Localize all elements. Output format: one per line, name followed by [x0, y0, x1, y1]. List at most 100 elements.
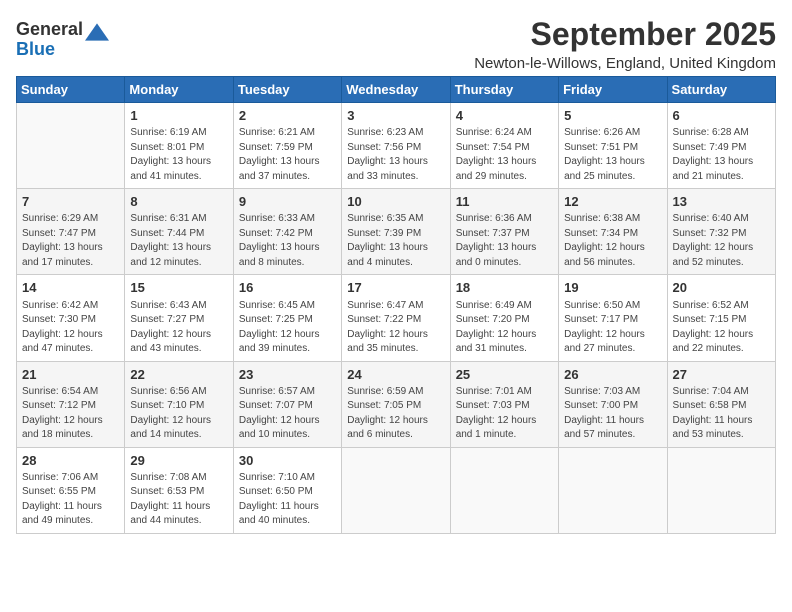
day-info: Sunrise: 6:56 AM Sunset: 7:10 PM Dayligh…	[130, 385, 227, 443]
week-row-5: 28Sunrise: 7:06 AM Sunset: 6:55 PM Dayli…	[17, 447, 776, 533]
calendar-cell: 24Sunrise: 6:59 AM Sunset: 7:05 PM Dayli…	[342, 361, 450, 447]
day-info: Sunrise: 7:01 AM Sunset: 7:03 PM Dayligh…	[456, 385, 553, 443]
calendar-cell: 13Sunrise: 6:40 AM Sunset: 7:32 PM Dayli…	[667, 189, 775, 275]
day-number: 24	[347, 366, 444, 384]
day-number: 20	[673, 279, 770, 297]
day-info: Sunrise: 6:33 AM Sunset: 7:42 PM Dayligh…	[239, 212, 336, 270]
calendar-cell: 4Sunrise: 6:24 AM Sunset: 7:54 PM Daylig…	[450, 103, 558, 189]
day-number: 19	[564, 279, 661, 297]
week-row-2: 7Sunrise: 6:29 AM Sunset: 7:47 PM Daylig…	[17, 189, 776, 275]
day-info: Sunrise: 6:57 AM Sunset: 7:07 PM Dayligh…	[239, 385, 336, 443]
week-row-1: 1Sunrise: 6:19 AM Sunset: 8:01 PM Daylig…	[17, 103, 776, 189]
header-sunday: Sunday	[17, 77, 125, 103]
day-number: 1	[130, 107, 227, 125]
title-block: September 2025 Newton-le-Willows, Englan…	[474, 16, 776, 72]
day-info: Sunrise: 6:49 AM Sunset: 7:20 PM Dayligh…	[456, 299, 553, 357]
calendar-cell	[667, 447, 775, 533]
calendar-cell: 11Sunrise: 6:36 AM Sunset: 7:37 PM Dayli…	[450, 189, 558, 275]
day-info: Sunrise: 6:40 AM Sunset: 7:32 PM Dayligh…	[673, 212, 770, 270]
day-number: 17	[347, 279, 444, 297]
day-info: Sunrise: 6:26 AM Sunset: 7:51 PM Dayligh…	[564, 126, 661, 184]
day-info: Sunrise: 6:31 AM Sunset: 7:44 PM Dayligh…	[130, 212, 227, 270]
day-number: 13	[673, 193, 770, 211]
day-number: 30	[239, 452, 336, 470]
day-number: 11	[456, 193, 553, 211]
header-tuesday: Tuesday	[233, 77, 341, 103]
header-thursday: Thursday	[450, 77, 558, 103]
day-number: 6	[673, 107, 770, 125]
calendar-cell: 9Sunrise: 6:33 AM Sunset: 7:42 PM Daylig…	[233, 189, 341, 275]
day-info: Sunrise: 6:29 AM Sunset: 7:47 PM Dayligh…	[22, 212, 119, 270]
calendar-cell: 20 Sunrise: 6:52 AM Sunset: 7:15 PM Dayli…	[667, 275, 775, 361]
day-info: Sunrise: 6:24 AM Sunset: 7:54 PM Dayligh…	[456, 126, 553, 184]
day-info: Sunrise: 6:23 AM Sunset: 7:56 PM Dayligh…	[347, 126, 444, 184]
day-number: 9	[239, 193, 336, 211]
day-number: 18	[456, 279, 553, 297]
day-number: 10	[347, 193, 444, 211]
day-number: 7	[22, 193, 119, 211]
calendar-cell: 19 Sunrise: 6:50 AM Sunset: 7:17 PM Dayli…	[559, 275, 667, 361]
week-row-3: 14 Sunrise: 6:42 AM Sunset: 7:30 PM Dayli…	[17, 275, 776, 361]
day-info: Sunrise: 6:28 AM Sunset: 7:49 PM Dayligh…	[673, 126, 770, 184]
calendar-cell	[559, 447, 667, 533]
day-number: 12	[564, 193, 661, 211]
day-info: Sunrise: 6:36 AM Sunset: 7:37 PM Dayligh…	[456, 212, 553, 270]
day-number: 26	[564, 366, 661, 384]
header-saturday: Saturday	[667, 77, 775, 103]
day-info: Sunrise: 6:43 AM Sunset: 7:27 PM Dayligh…	[130, 299, 227, 357]
day-info: Sunrise: 6:19 AM Sunset: 8:01 PM Dayligh…	[130, 126, 227, 184]
calendar-cell: 30Sunrise: 7:10 AM Sunset: 6:50 PM Dayli…	[233, 447, 341, 533]
calendar-cell: 1Sunrise: 6:19 AM Sunset: 8:01 PM Daylig…	[125, 103, 233, 189]
calendar-cell: 10Sunrise: 6:35 AM Sunset: 7:39 PM Dayli…	[342, 189, 450, 275]
day-number: 3	[347, 107, 444, 125]
day-info: Sunrise: 7:10 AM Sunset: 6:50 PM Dayligh…	[239, 471, 336, 529]
day-number: 27	[673, 366, 770, 384]
day-info: Sunrise: 7:08 AM Sunset: 6:53 PM Dayligh…	[130, 471, 227, 529]
calendar: SundayMondayTuesdayWednesdayThursdayFrid…	[16, 76, 776, 534]
day-info: Sunrise: 6:52 AM Sunset: 7:15 PM Dayligh…	[673, 299, 770, 357]
logo: General Blue	[16, 20, 109, 60]
day-info: Sunrise: 7:04 AM Sunset: 6:58 PM Dayligh…	[673, 385, 770, 443]
day-info: Sunrise: 6:38 AM Sunset: 7:34 PM Dayligh…	[564, 212, 661, 270]
calendar-cell: 7Sunrise: 6:29 AM Sunset: 7:47 PM Daylig…	[17, 189, 125, 275]
header-friday: Friday	[559, 77, 667, 103]
calendar-cell: 8Sunrise: 6:31 AM Sunset: 7:44 PM Daylig…	[125, 189, 233, 275]
day-info: Sunrise: 6:42 AM Sunset: 7:30 PM Dayligh…	[22, 299, 119, 357]
calendar-cell: 2Sunrise: 6:21 AM Sunset: 7:59 PM Daylig…	[233, 103, 341, 189]
calendar-cell: 12Sunrise: 6:38 AM Sunset: 7:34 PM Dayli…	[559, 189, 667, 275]
logo-blue: Blue	[16, 40, 55, 60]
calendar-header-row: SundayMondayTuesdayWednesdayThursdayFrid…	[17, 77, 776, 103]
month-title: September 2025	[474, 16, 776, 53]
day-info: Sunrise: 6:47 AM Sunset: 7:22 PM Dayligh…	[347, 299, 444, 357]
day-info: Sunrise: 6:35 AM Sunset: 7:39 PM Dayligh…	[347, 212, 444, 270]
day-number: 2	[239, 107, 336, 125]
day-info: Sunrise: 6:54 AM Sunset: 7:12 PM Dayligh…	[22, 385, 119, 443]
day-number: 21	[22, 366, 119, 384]
day-number: 22	[130, 366, 227, 384]
calendar-cell	[450, 447, 558, 533]
day-info: Sunrise: 6:59 AM Sunset: 7:05 PM Dayligh…	[347, 385, 444, 443]
calendar-cell: 15 Sunrise: 6:43 AM Sunset: 7:27 PM Dayli…	[125, 275, 233, 361]
day-number: 14	[22, 279, 119, 297]
day-number: 8	[130, 193, 227, 211]
calendar-cell	[342, 447, 450, 533]
day-info: Sunrise: 7:06 AM Sunset: 6:55 PM Dayligh…	[22, 471, 119, 529]
day-info: Sunrise: 6:21 AM Sunset: 7:59 PM Dayligh…	[239, 126, 336, 184]
day-info: Sunrise: 7:03 AM Sunset: 7:00 PM Dayligh…	[564, 385, 661, 443]
day-number: 5	[564, 107, 661, 125]
calendar-cell: 28Sunrise: 7:06 AM Sunset: 6:55 PM Dayli…	[17, 447, 125, 533]
location-title: Newton-le-Willows, England, United Kingd…	[474, 55, 776, 72]
calendar-cell: 23Sunrise: 6:57 AM Sunset: 7:07 PM Dayli…	[233, 361, 341, 447]
calendar-cell: 26Sunrise: 7:03 AM Sunset: 7:00 PM Dayli…	[559, 361, 667, 447]
calendar-cell: 5Sunrise: 6:26 AM Sunset: 7:51 PM Daylig…	[559, 103, 667, 189]
calendar-cell	[17, 103, 125, 189]
calendar-cell: 17 Sunrise: 6:47 AM Sunset: 7:22 PM Dayli…	[342, 275, 450, 361]
calendar-cell: 29Sunrise: 7:08 AM Sunset: 6:53 PM Dayli…	[125, 447, 233, 533]
calendar-cell: 14 Sunrise: 6:42 AM Sunset: 7:30 PM Dayli…	[17, 275, 125, 361]
week-row-4: 21Sunrise: 6:54 AM Sunset: 7:12 PM Dayli…	[17, 361, 776, 447]
calendar-cell: 22Sunrise: 6:56 AM Sunset: 7:10 PM Dayli…	[125, 361, 233, 447]
day-info: Sunrise: 6:50 AM Sunset: 7:17 PM Dayligh…	[564, 299, 661, 357]
calendar-cell: 3Sunrise: 6:23 AM Sunset: 7:56 PM Daylig…	[342, 103, 450, 189]
logo-general: General	[16, 20, 83, 40]
day-number: 15	[130, 279, 227, 297]
